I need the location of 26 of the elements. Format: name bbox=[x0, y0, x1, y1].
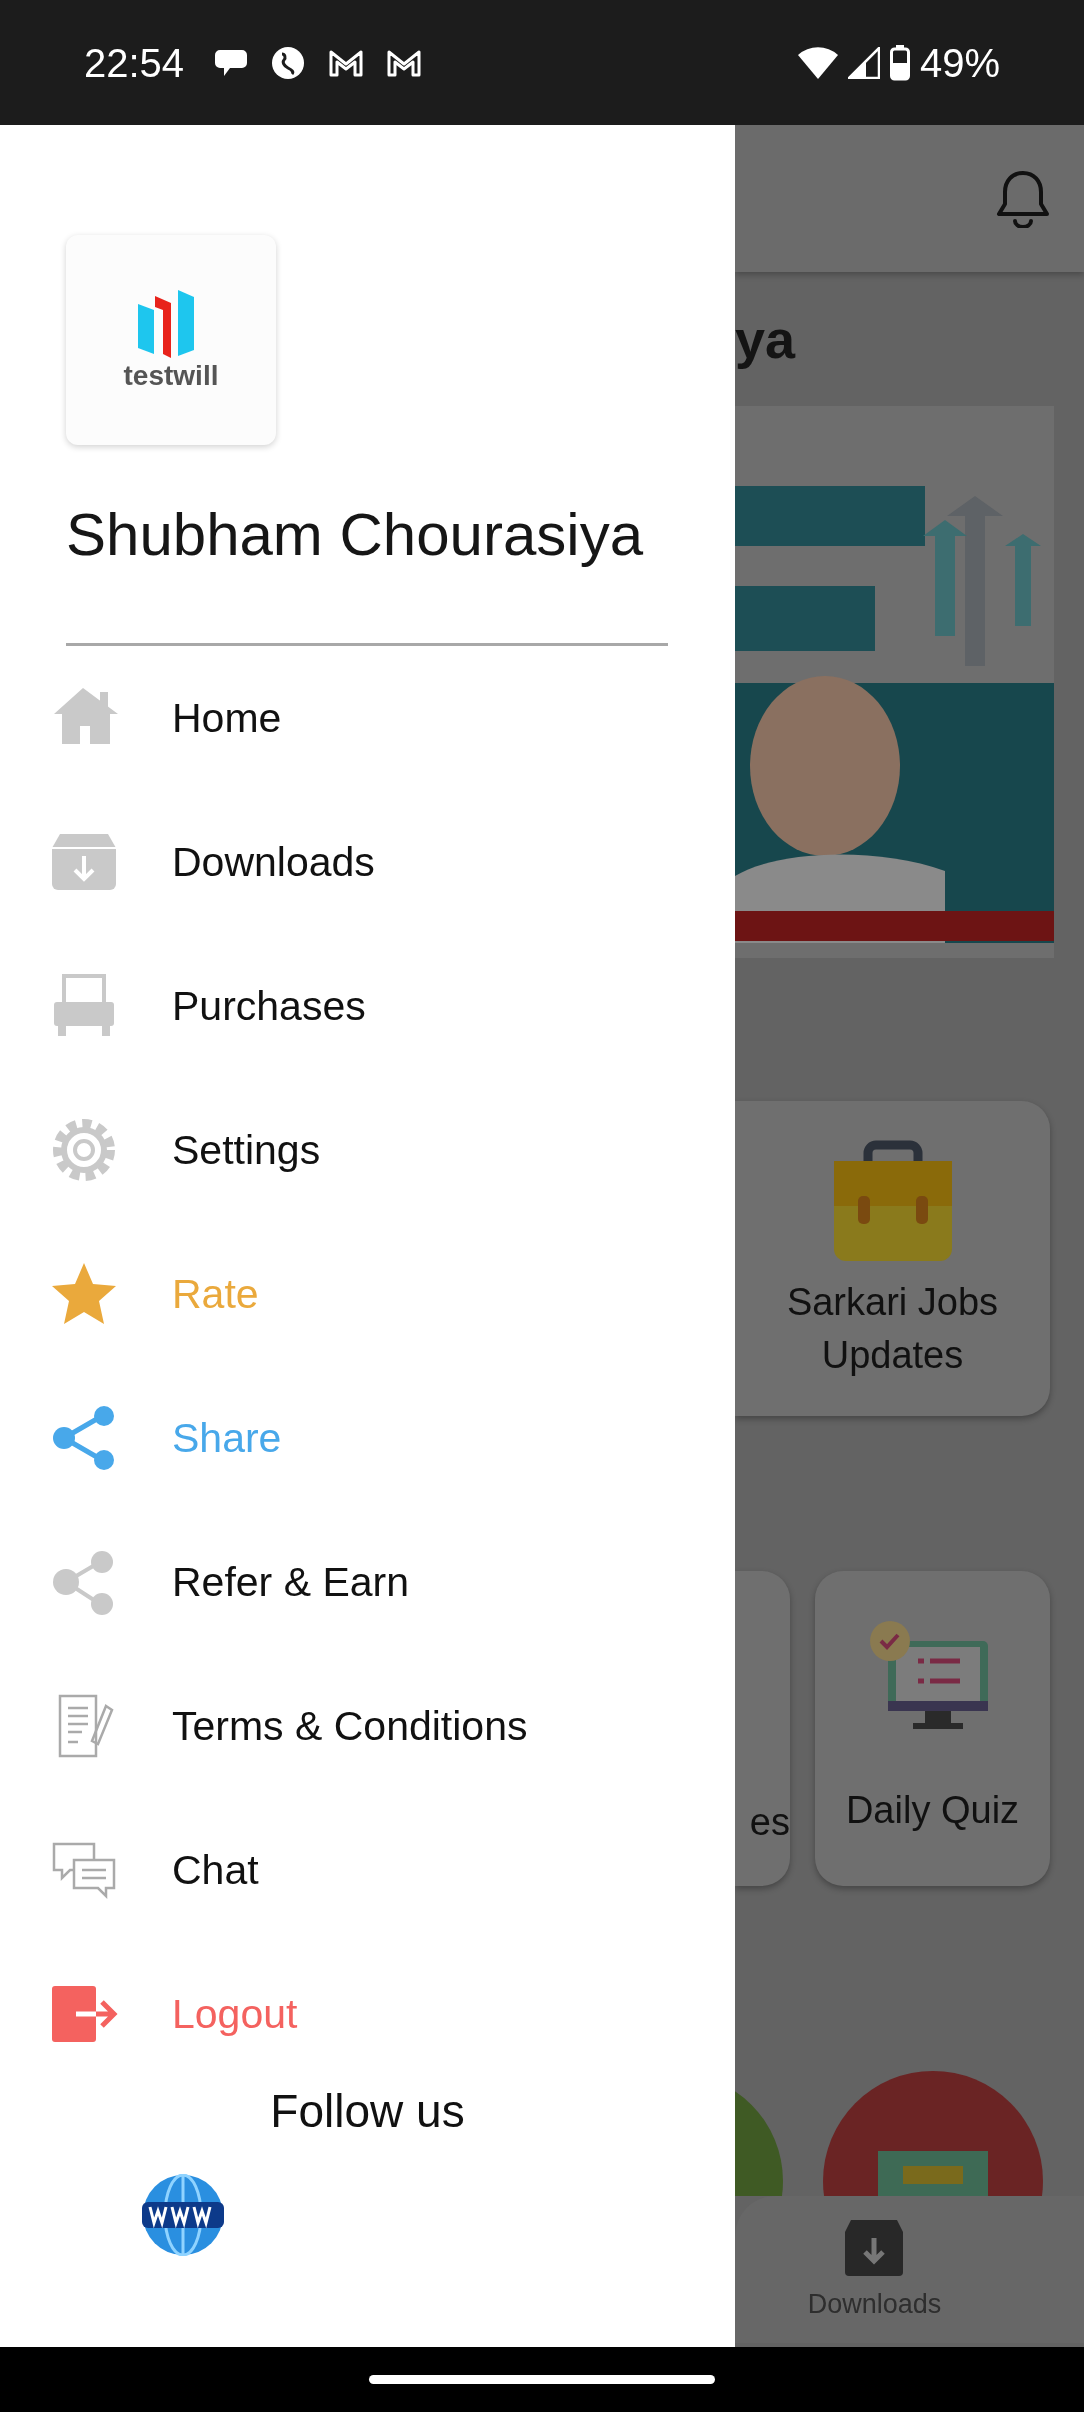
menu-item[interactable]: Terms & Conditions bbox=[0, 1654, 735, 1798]
globe-icon bbox=[270, 44, 307, 81]
menu-item[interactable]: Settings bbox=[0, 1078, 735, 1222]
settings-icon bbox=[50, 1116, 118, 1184]
category-card[interactable]: es bbox=[735, 1571, 790, 1886]
category-label: Sarkari Jobs Updates bbox=[785, 1280, 1000, 1379]
wifi-icon bbox=[797, 46, 838, 79]
category-card[interactable]: Sarkari Jobs Updates bbox=[735, 1101, 1050, 1416]
menu-item[interactable]: Refer & Earn bbox=[0, 1510, 735, 1654]
menu-item[interactable]: Purchases bbox=[0, 934, 735, 1078]
battery-icon bbox=[889, 44, 910, 81]
status-time: 22:54 bbox=[84, 39, 185, 87]
chat-bubble-icon bbox=[214, 47, 249, 78]
category-label: es bbox=[749, 1803, 790, 1841]
battery-level: 49% bbox=[919, 39, 1000, 87]
logo-text: testwill bbox=[123, 362, 219, 390]
menu-item[interactable]: Downloads bbox=[0, 790, 735, 934]
signal-icon bbox=[847, 46, 880, 79]
follow-us-heading: Follow us bbox=[270, 2088, 465, 2134]
user-name: Shubham Chourasiya bbox=[66, 505, 644, 565]
menu-item[interactable]: Chat bbox=[0, 1798, 735, 1942]
category-card[interactable]: Daily Quiz bbox=[815, 1571, 1050, 1886]
notification-bell-icon[interactable] bbox=[996, 169, 1050, 228]
category-label: Daily Quiz bbox=[845, 1791, 1020, 1829]
menu-item[interactable]: Home bbox=[0, 646, 735, 790]
globe-icon[interactable] bbox=[142, 2174, 224, 2256]
